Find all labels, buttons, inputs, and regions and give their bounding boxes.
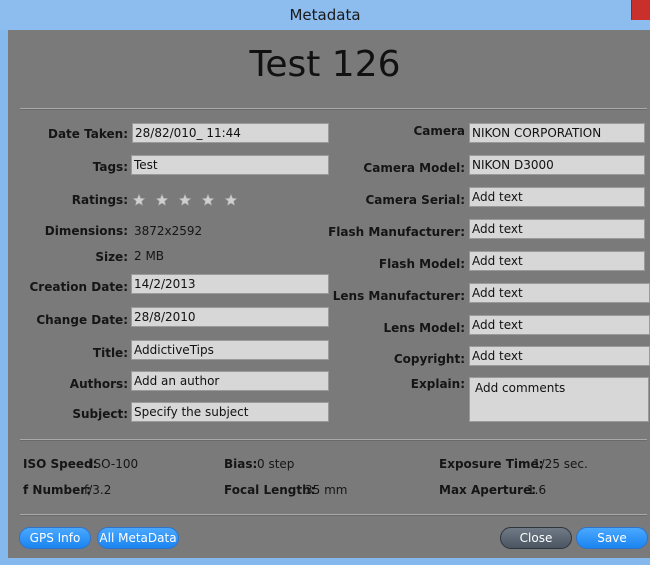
lens-manufacturer-label: Lens Manufacturer: xyxy=(332,289,465,303)
window-titlebar[interactable]: Metadata xyxy=(0,0,650,30)
page-title: Test 126 xyxy=(249,44,401,85)
camera-label: Camera xyxy=(413,124,465,138)
date-taken-field[interactable]: 28/82/010_ 11:44 xyxy=(132,123,329,143)
close-button[interactable]: Close xyxy=(500,527,572,549)
size-label: Size: xyxy=(95,250,128,264)
focal-length-value: 35 mm xyxy=(305,483,348,497)
star-outline-icon[interactable] xyxy=(178,191,201,209)
explain-textarea[interactable]: Add comments xyxy=(469,377,649,422)
copyright-field[interactable]: Add text xyxy=(469,346,650,366)
exposure-time-value: 1/25 sec. xyxy=(533,457,588,471)
authors-field[interactable]: Add an author xyxy=(131,371,329,391)
date-taken-label: Date Taken: xyxy=(48,127,128,141)
camera-model-field[interactable]: NIKON D3000 xyxy=(469,155,645,175)
change-date-field[interactable]: 28/8/2010 xyxy=(131,307,329,327)
dimensions-value: 3872x2592 xyxy=(134,224,203,238)
window-title: Metadata xyxy=(289,6,361,24)
f-number-value: f/3.2 xyxy=(84,483,112,497)
camera-field[interactable]: NIKON CORPORATION xyxy=(469,123,645,143)
save-button[interactable]: Save xyxy=(576,527,648,549)
camera-model-label: Camera Model: xyxy=(363,161,465,175)
iso-speed-value: ISO-100 xyxy=(90,457,139,471)
flash-model-field[interactable]: Add text xyxy=(469,251,645,271)
exposure-time-label: Exposure Time: xyxy=(439,457,544,471)
flash-model-label: Flash Model: xyxy=(378,257,465,271)
max-aperture-label: Max Aperture: xyxy=(439,483,537,497)
tags-label: Tags: xyxy=(92,160,128,174)
bottom-divider xyxy=(20,514,647,516)
window-close-icon[interactable] xyxy=(631,0,650,20)
subject-label: Subject: xyxy=(72,407,128,421)
iso-speed-label: ISO Speed: xyxy=(23,457,98,471)
star-outline-icon[interactable] xyxy=(201,191,224,209)
gps-info-button[interactable]: GPS Info xyxy=(19,527,91,549)
bias-label: Bias: xyxy=(224,457,258,471)
change-date-label: Change Date: xyxy=(36,313,128,327)
camera-serial-label: Camera Serial: xyxy=(365,193,465,207)
rating-stars[interactable] xyxy=(132,191,247,209)
dimensions-label: Dimensions: xyxy=(44,224,128,238)
authors-label: Authors: xyxy=(69,377,128,391)
size-value: 2 MB xyxy=(134,249,165,263)
window-bottom-edge xyxy=(0,558,650,565)
camera-serial-field[interactable]: Add text xyxy=(469,187,645,207)
title-field[interactable]: AddictiveTips xyxy=(131,340,329,360)
creation-date-label: Creation Date: xyxy=(29,280,128,294)
tags-field[interactable]: Test xyxy=(131,155,329,175)
star-outline-icon[interactable] xyxy=(155,191,178,209)
lens-model-label: Lens Model: xyxy=(383,321,465,335)
subject-field[interactable]: Specify the subject xyxy=(131,402,329,422)
copyright-label: Copyright: xyxy=(393,352,465,366)
bias-value: 0 step xyxy=(257,457,295,471)
title-label: Title: xyxy=(92,346,128,360)
creation-date-field[interactable]: 14/2/2013 xyxy=(131,274,329,294)
ratings-label: Ratings: xyxy=(71,193,128,207)
max-aperture-value: 1.6 xyxy=(527,483,547,497)
f-number-label: f Number: xyxy=(23,483,91,497)
flash-manufacturer-label: Flash Manufacturer: xyxy=(328,225,465,239)
lens-model-field[interactable]: Add text xyxy=(469,315,650,335)
top-divider xyxy=(20,108,647,110)
lens-manufacturer-field[interactable]: Add text xyxy=(469,283,650,303)
focal-length-label: Focal Length: xyxy=(224,483,316,497)
all-metadata-button[interactable]: All MetaData xyxy=(97,527,179,549)
explain-label: Explain: xyxy=(410,377,465,391)
middle-divider xyxy=(20,439,647,441)
star-outline-icon[interactable] xyxy=(132,191,155,209)
flash-manufacturer-field[interactable]: Add text xyxy=(469,219,645,239)
star-outline-icon[interactable] xyxy=(224,191,247,209)
